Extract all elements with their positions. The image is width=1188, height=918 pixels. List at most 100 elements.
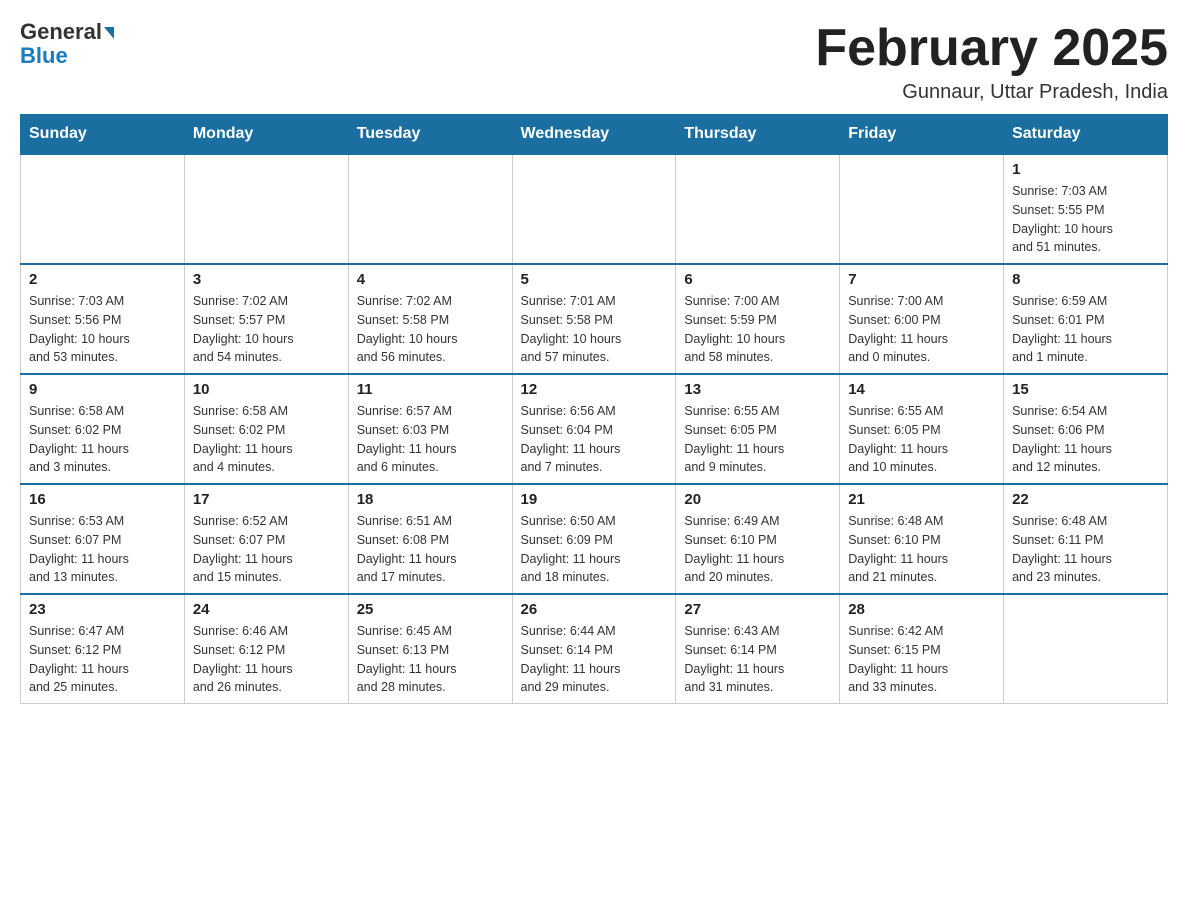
day-number: 7 (848, 271, 995, 288)
logo-triangle-icon (104, 27, 114, 39)
day-number: 5 (521, 271, 668, 288)
calendar-week-row-4: 23Sunrise: 6:47 AMSunset: 6:12 PMDayligh… (21, 594, 1168, 704)
calendar-cell-0-4 (676, 154, 840, 264)
day-number: 24 (193, 601, 340, 618)
day-number: 12 (521, 381, 668, 398)
calendar-week-row-1: 2 Sunrise: 7:03 AMSunset: 5:56 PMDaylight… (21, 264, 1168, 374)
calendar-cell-4-0: 23Sunrise: 6:47 AMSunset: 6:12 PMDayligh… (21, 594, 185, 704)
calendar-cell-1-4: 6 Sunrise: 7:00 AMSunset: 5:59 PMDaylight… (676, 264, 840, 374)
calendar-cell-2-1: 10Sunrise: 6:58 AMSunset: 6:02 PMDayligh… (184, 374, 348, 484)
day-info: Sunrise: 6:57 AMSunset: 6:03 PMDaylight:… (357, 402, 504, 477)
day-number: 1 (1012, 161, 1159, 178)
day-number: 28 (848, 601, 995, 618)
day-number: 4 (357, 271, 504, 288)
day-info: Sunrise: 6:58 AMSunset: 6:02 PMDaylight:… (29, 402, 176, 477)
logo: General Blue (20, 20, 114, 68)
day-number: 2 (29, 271, 176, 288)
day-number: 22 (1012, 491, 1159, 508)
day-number: 25 (357, 601, 504, 618)
day-number: 9 (29, 381, 176, 398)
day-info: Sunrise: 6:50 AMSunset: 6:09 PMDaylight:… (521, 512, 668, 587)
day-info: Sunrise: 6:51 AMSunset: 6:08 PMDaylight:… (357, 512, 504, 587)
calendar-cell-3-2: 18 Sunrise: 6:51 AMSunset: 6:08 PMDayligh… (348, 484, 512, 594)
header-tuesday: Tuesday (348, 115, 512, 155)
day-info: Sunrise: 6:53 AMSunset: 6:07 PMDaylight:… (29, 512, 176, 587)
header-saturday: Saturday (1004, 115, 1168, 155)
logo-general: General (20, 19, 102, 44)
day-number: 21 (848, 491, 995, 508)
calendar-cell-4-4: 27 Sunrise: 6:43 AMSunset: 6:14 PMDayligh… (676, 594, 840, 704)
day-info: Sunrise: 6:56 AMSunset: 6:04 PMDaylight:… (521, 402, 668, 477)
calendar-cell-2-2: 11 Sunrise: 6:57 AMSunset: 6:03 PMDayligh… (348, 374, 512, 484)
day-info: Sunrise: 7:02 AMSunset: 5:58 PMDaylight:… (357, 292, 504, 367)
day-info: Sunrise: 6:58 AMSunset: 6:02 PMDaylight:… (193, 402, 340, 477)
day-info: Sunrise: 6:48 AMSunset: 6:11 PMDaylight:… (1012, 512, 1159, 587)
day-info: Sunrise: 7:03 AMSunset: 5:56 PMDaylight:… (29, 292, 176, 367)
day-info: Sunrise: 6:54 AMSunset: 6:06 PMDaylight:… (1012, 402, 1159, 477)
calendar-cell-1-1: 3 Sunrise: 7:02 AMSunset: 5:57 PMDaylight… (184, 264, 348, 374)
day-number: 13 (684, 381, 831, 398)
calendar-cell-2-5: 14 Sunrise: 6:55 AMSunset: 6:05 PMDayligh… (840, 374, 1004, 484)
calendar-table: Sunday Monday Tuesday Wednesday Thursday… (20, 114, 1168, 704)
day-number: 18 (357, 491, 504, 508)
day-info: Sunrise: 7:03 AMSunset: 5:55 PMDaylight:… (1012, 182, 1159, 257)
logo-text: General (20, 20, 114, 44)
calendar-cell-0-6: 1 Sunrise: 7:03 AMSunset: 5:55 PMDaylight… (1004, 154, 1168, 264)
day-number: 20 (684, 491, 831, 508)
calendar-cell-4-3: 26 Sunrise: 6:44 AMSunset: 6:14 PMDayligh… (512, 594, 676, 704)
logo-blue: Blue (20, 44, 68, 68)
day-number: 3 (193, 271, 340, 288)
calendar-cell-1-2: 4 Sunrise: 7:02 AMSunset: 5:58 PMDaylight… (348, 264, 512, 374)
calendar-cell-0-0 (21, 154, 185, 264)
location-title: Gunnaur, Uttar Pradesh, India (815, 81, 1168, 104)
day-info: Sunrise: 7:01 AMSunset: 5:58 PMDaylight:… (521, 292, 668, 367)
calendar-cell-3-4: 20 Sunrise: 6:49 AMSunset: 6:10 PMDayligh… (676, 484, 840, 594)
calendar-cell-3-3: 19 Sunrise: 6:50 AMSunset: 6:09 PMDayligh… (512, 484, 676, 594)
day-info: Sunrise: 6:49 AMSunset: 6:10 PMDaylight:… (684, 512, 831, 587)
day-info: Sunrise: 6:55 AMSunset: 6:05 PMDaylight:… (848, 402, 995, 477)
calendar-cell-3-1: 17Sunrise: 6:52 AMSunset: 6:07 PMDayligh… (184, 484, 348, 594)
day-number: 6 (684, 271, 831, 288)
header-wednesday: Wednesday (512, 115, 676, 155)
day-number: 19 (521, 491, 668, 508)
calendar-cell-3-6: 22 Sunrise: 6:48 AMSunset: 6:11 PMDayligh… (1004, 484, 1168, 594)
month-title: February 2025 (815, 20, 1168, 77)
calendar-cell-0-3 (512, 154, 676, 264)
calendar-cell-2-3: 12 Sunrise: 6:56 AMSunset: 6:04 PMDayligh… (512, 374, 676, 484)
calendar-cell-2-6: 15 Sunrise: 6:54 AMSunset: 6:06 PMDayligh… (1004, 374, 1168, 484)
calendar-cell-0-2 (348, 154, 512, 264)
calendar-cell-4-1: 24 Sunrise: 6:46 AMSunset: 6:12 PMDayligh… (184, 594, 348, 704)
page-header: General Blue February 2025 Gunnaur, Utta… (20, 20, 1168, 104)
day-number: 15 (1012, 381, 1159, 398)
day-number: 8 (1012, 271, 1159, 288)
day-info: Sunrise: 6:44 AMSunset: 6:14 PMDaylight:… (521, 622, 668, 697)
calendar-cell-4-2: 25 Sunrise: 6:45 AMSunset: 6:13 PMDayligh… (348, 594, 512, 704)
day-info: Sunrise: 6:43 AMSunset: 6:14 PMDaylight:… (684, 622, 831, 697)
day-info: Sunrise: 7:00 AMSunset: 6:00 PMDaylight:… (848, 292, 995, 367)
calendar-cell-0-5 (840, 154, 1004, 264)
day-info: Sunrise: 6:59 AMSunset: 6:01 PMDaylight:… (1012, 292, 1159, 367)
day-number: 17 (193, 491, 340, 508)
calendar-week-row-2: 9 Sunrise: 6:58 AMSunset: 6:02 PMDaylight… (21, 374, 1168, 484)
day-info: Sunrise: 6:45 AMSunset: 6:13 PMDaylight:… (357, 622, 504, 697)
calendar-cell-1-3: 5 Sunrise: 7:01 AMSunset: 5:58 PMDaylight… (512, 264, 676, 374)
header-thursday: Thursday (676, 115, 840, 155)
day-number: 11 (357, 381, 504, 398)
calendar-week-row-3: 16Sunrise: 6:53 AMSunset: 6:07 PMDayligh… (21, 484, 1168, 594)
day-info: Sunrise: 7:02 AMSunset: 5:57 PMDaylight:… (193, 292, 340, 367)
day-info: Sunrise: 7:00 AMSunset: 5:59 PMDaylight:… (684, 292, 831, 367)
header-monday: Monday (184, 115, 348, 155)
day-number: 27 (684, 601, 831, 618)
calendar-cell-1-5: 7 Sunrise: 7:00 AMSunset: 6:00 PMDaylight… (840, 264, 1004, 374)
calendar-week-row-0: 1 Sunrise: 7:03 AMSunset: 5:55 PMDaylight… (21, 154, 1168, 264)
calendar-cell-3-5: 21Sunrise: 6:48 AMSunset: 6:10 PMDayligh… (840, 484, 1004, 594)
day-info: Sunrise: 6:46 AMSunset: 6:12 PMDaylight:… (193, 622, 340, 697)
header-sunday: Sunday (21, 115, 185, 155)
day-number: 26 (521, 601, 668, 618)
calendar-cell-1-0: 2 Sunrise: 7:03 AMSunset: 5:56 PMDaylight… (21, 264, 185, 374)
day-number: 14 (848, 381, 995, 398)
calendar-cell-4-6 (1004, 594, 1168, 704)
day-number: 23 (29, 601, 176, 618)
calendar-cell-4-5: 28Sunrise: 6:42 AMSunset: 6:15 PMDayligh… (840, 594, 1004, 704)
title-block: February 2025 Gunnaur, Uttar Pradesh, In… (815, 20, 1168, 104)
